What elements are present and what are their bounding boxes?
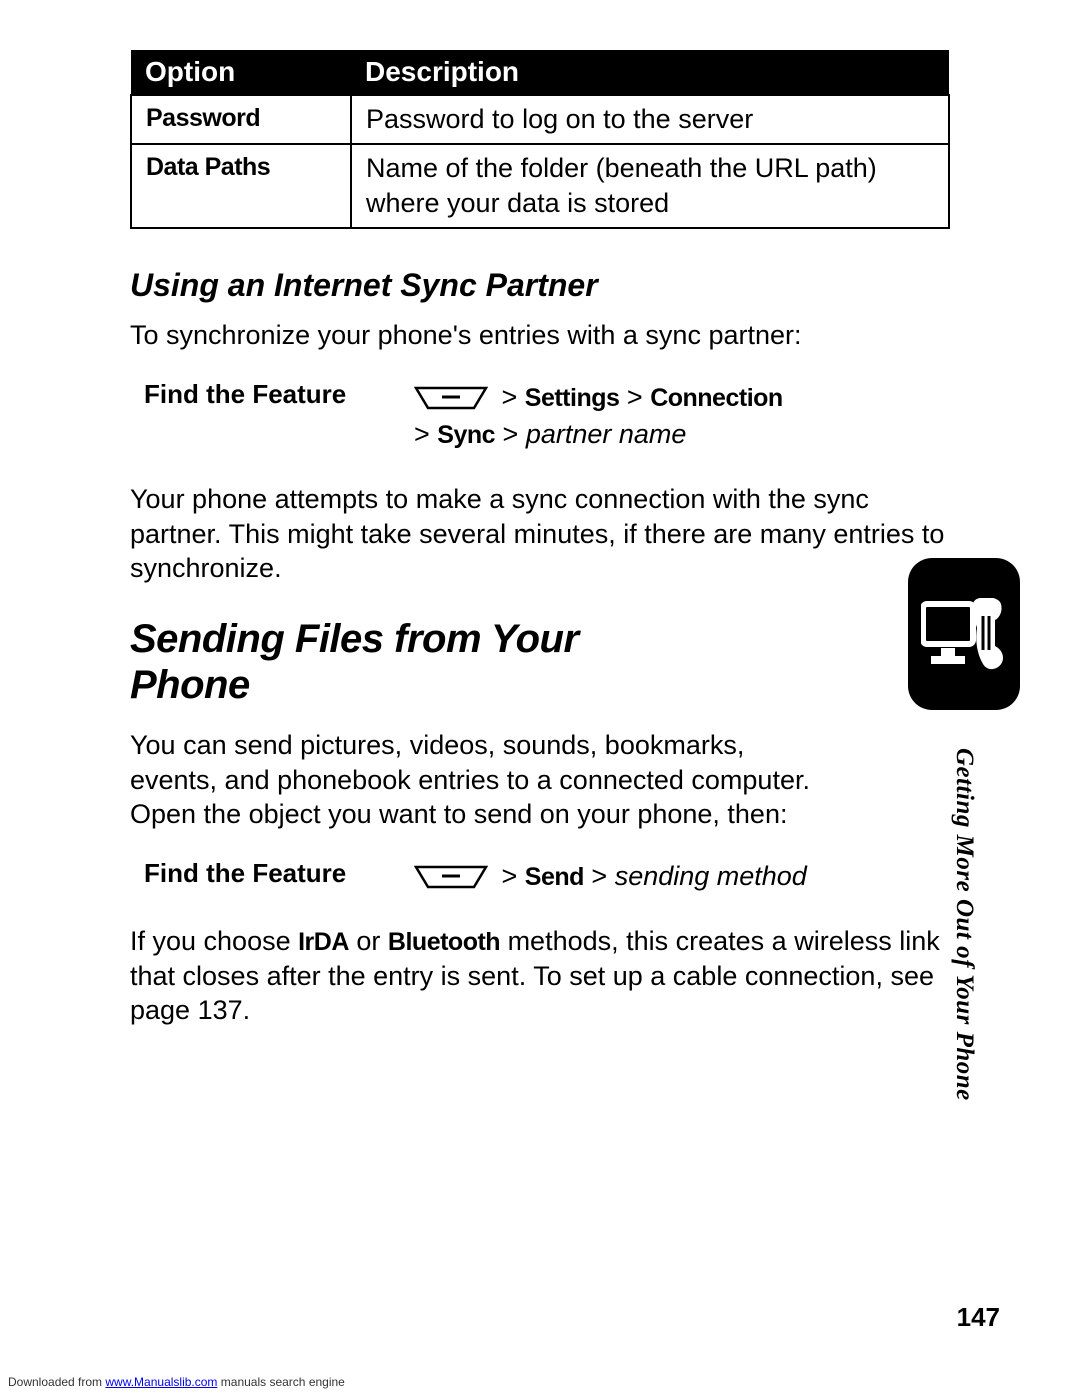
path-send: Send	[525, 863, 584, 891]
path-sep: >	[495, 419, 526, 449]
subheading-sync-partner: Using an Internet Sync Partner	[130, 267, 950, 304]
section-heading-sending-files: Sending Files from Your Phone	[130, 616, 690, 708]
side-tab	[908, 558, 1020, 710]
path-settings: Settings	[525, 384, 620, 412]
side-tab-badge	[908, 558, 1020, 710]
menu-key-icon	[414, 386, 488, 410]
col-header-option: Option	[131, 50, 351, 95]
manualslib-link[interactable]: www.Manualslib.com	[105, 1375, 217, 1389]
find-feature-row: Find the Feature > Settings > Connection…	[144, 379, 950, 453]
section-side-label: Getting More Out of Your Phone	[950, 748, 978, 1101]
feature-path: > Send > sending method	[414, 858, 807, 895]
sync-intro: To synchronize your phone's entries with…	[130, 318, 950, 353]
path-sending-method: sending method	[615, 861, 807, 891]
path-sep: >	[619, 382, 650, 412]
option-cell: Password	[131, 95, 351, 144]
computer-phone-icon	[921, 598, 1007, 670]
feature-path: > Settings > Connection > Sync > partner…	[414, 379, 783, 453]
path-connection: Connection	[650, 384, 783, 412]
sync-after: Your phone attempts to make a sync conne…	[130, 482, 950, 586]
options-table: Option Description Password Password to …	[130, 50, 950, 229]
find-feature-label: Find the Feature	[144, 379, 414, 410]
page-number: 147	[957, 1302, 1000, 1333]
description-cell: Name of the folder (beneath the URL path…	[351, 144, 949, 228]
table-row: Password Password to log on to the serve…	[131, 95, 949, 144]
find-feature-row: Find the Feature > Send > sending method	[144, 858, 950, 895]
download-footer: Downloaded from www.Manualslib.com manua…	[8, 1375, 345, 1389]
path-partner-name: partner name	[526, 419, 687, 449]
table-row: Data Paths Name of the folder (beneath t…	[131, 144, 949, 228]
find-feature-label: Find the Feature	[144, 858, 414, 889]
path-sep: >	[494, 861, 525, 891]
send-intro: You can send pictures, videos, sounds, b…	[130, 728, 830, 832]
path-sep: >	[494, 382, 525, 412]
path-sep: >	[584, 861, 615, 891]
col-header-description: Description	[351, 50, 949, 95]
path-sync: Sync	[437, 421, 495, 449]
bluetooth-text: Bluetooth	[388, 928, 500, 956]
description-cell: Password to log on to the server	[351, 95, 949, 144]
menu-key-icon	[414, 865, 488, 889]
send-after: If you choose IrDA or Bluetooth methods,…	[130, 924, 940, 1028]
path-sep: >	[414, 419, 437, 449]
option-cell: Data Paths	[131, 144, 351, 228]
irda-text: IrDA	[298, 928, 349, 956]
